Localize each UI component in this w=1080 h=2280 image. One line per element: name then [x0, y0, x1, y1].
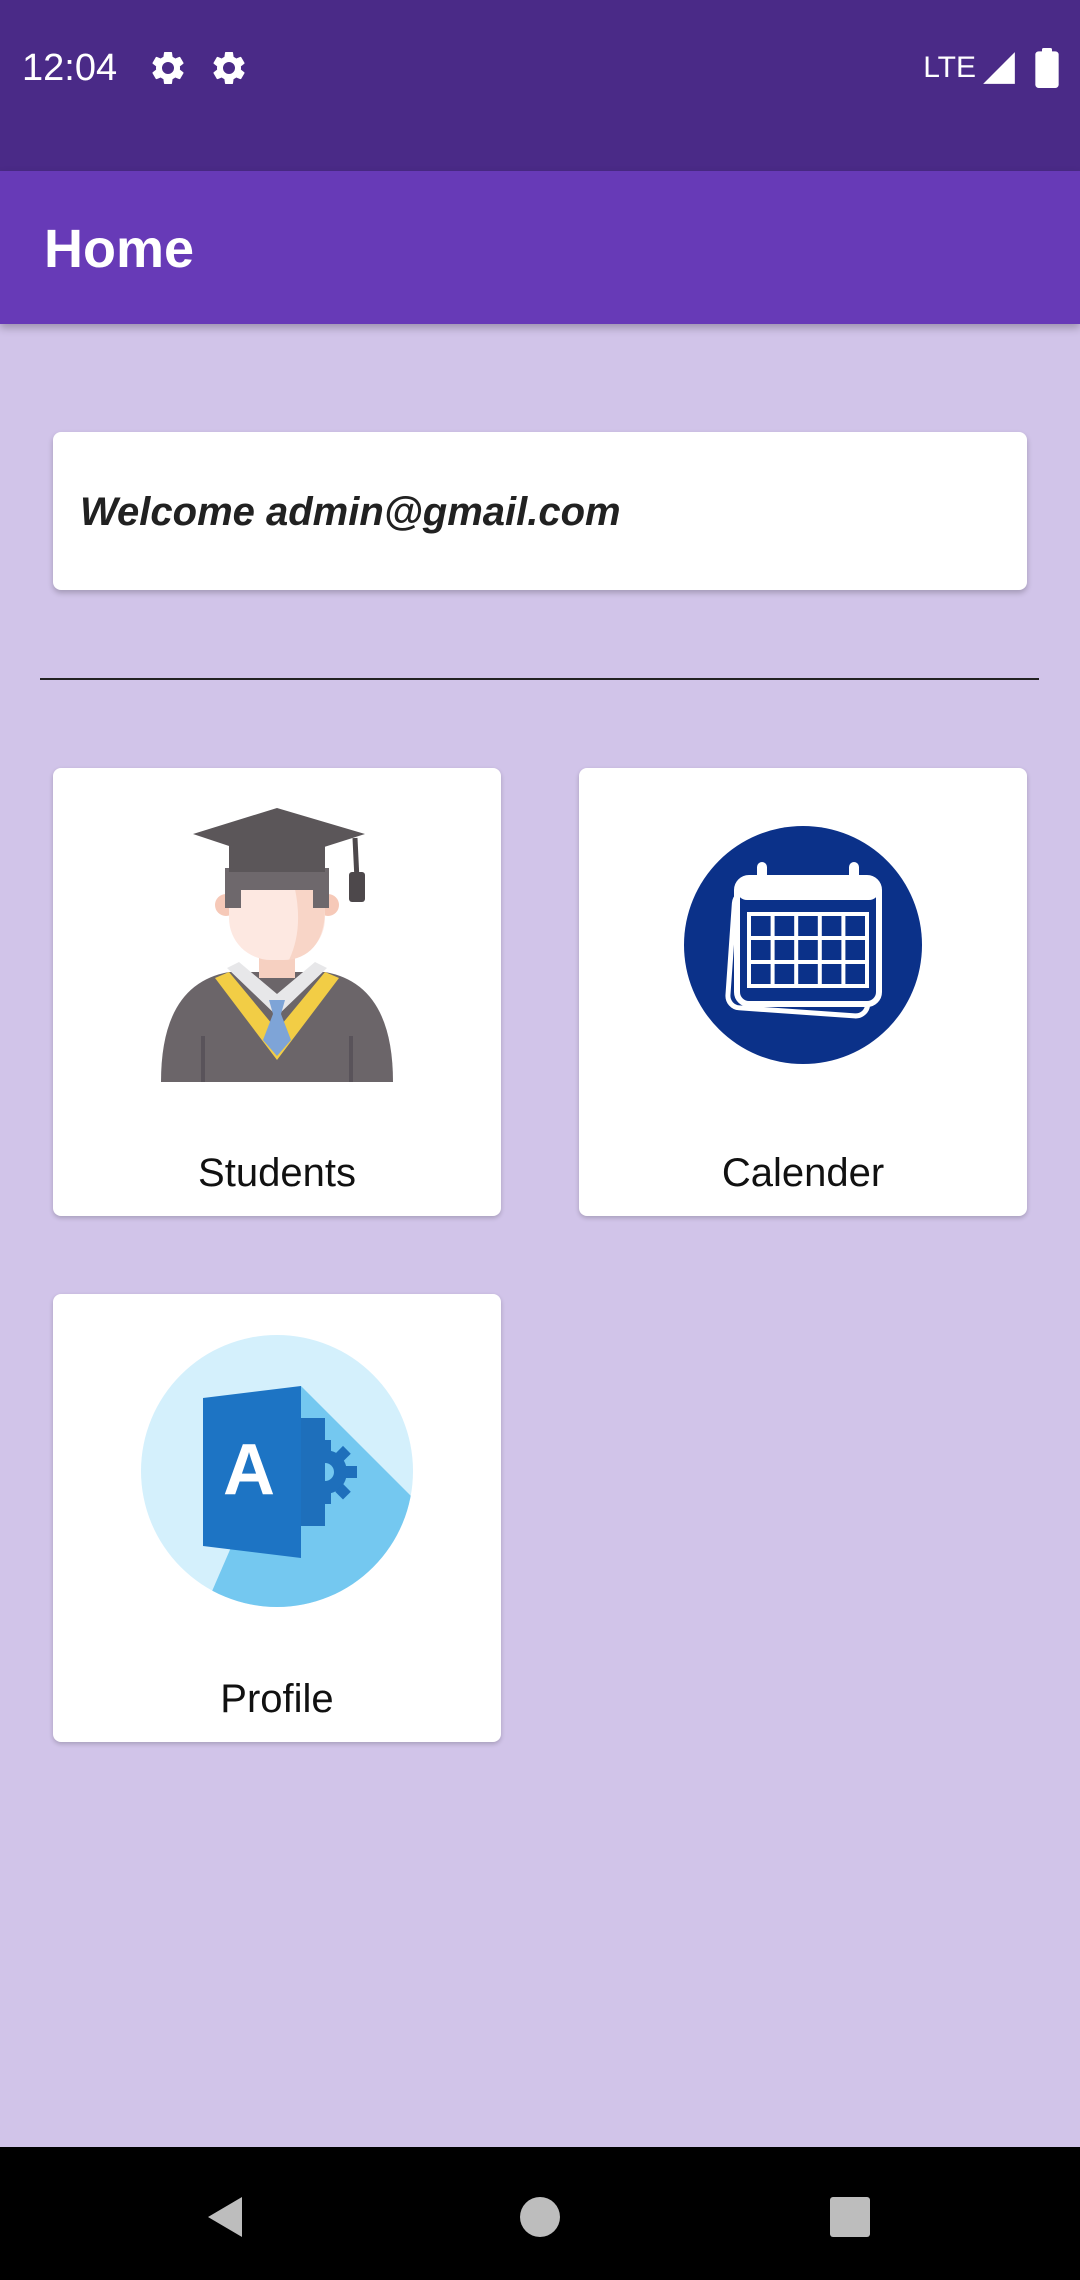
svg-text:A: A: [223, 1430, 275, 1510]
welcome-text: Welcome admin@gmail.com: [80, 490, 621, 534]
recents-icon[interactable]: [820, 2187, 880, 2247]
status-bar: 12:04 LTE: [0, 0, 1080, 171]
tile-label: Calender: [721, 1151, 885, 1195]
app-bar: Home: [0, 171, 1080, 324]
status-time: 12:04: [22, 47, 118, 89]
gear-icon: [213, 51, 245, 84]
tile-label: Students: [198, 1151, 356, 1195]
calendar-icon: [684, 826, 922, 1064]
signal-icon: [983, 52, 1015, 84]
navigation-bar: [0, 2147, 1080, 2280]
profile-tile[interactable]: A Profile: [53, 1294, 501, 1742]
battery-icon: [1035, 48, 1059, 88]
calendar-tile[interactable]: Calender: [579, 768, 1027, 1216]
tile-label: Profile: [220, 1677, 334, 1721]
gear-icon: [152, 51, 184, 84]
network-type: LTE: [923, 51, 976, 84]
students-tile[interactable]: Students: [53, 768, 501, 1216]
profile-app-icon: A: [141, 1335, 413, 1607]
divider: [40, 678, 1039, 680]
home-icon[interactable]: [510, 2187, 570, 2247]
page-title: Home: [44, 219, 195, 279]
graduate-icon: [161, 808, 393, 1082]
back-icon[interactable]: [196, 2187, 256, 2247]
status-indicators: LTE: [923, 48, 1062, 88]
welcome-card: Welcome admin@gmail.com: [53, 432, 1027, 590]
